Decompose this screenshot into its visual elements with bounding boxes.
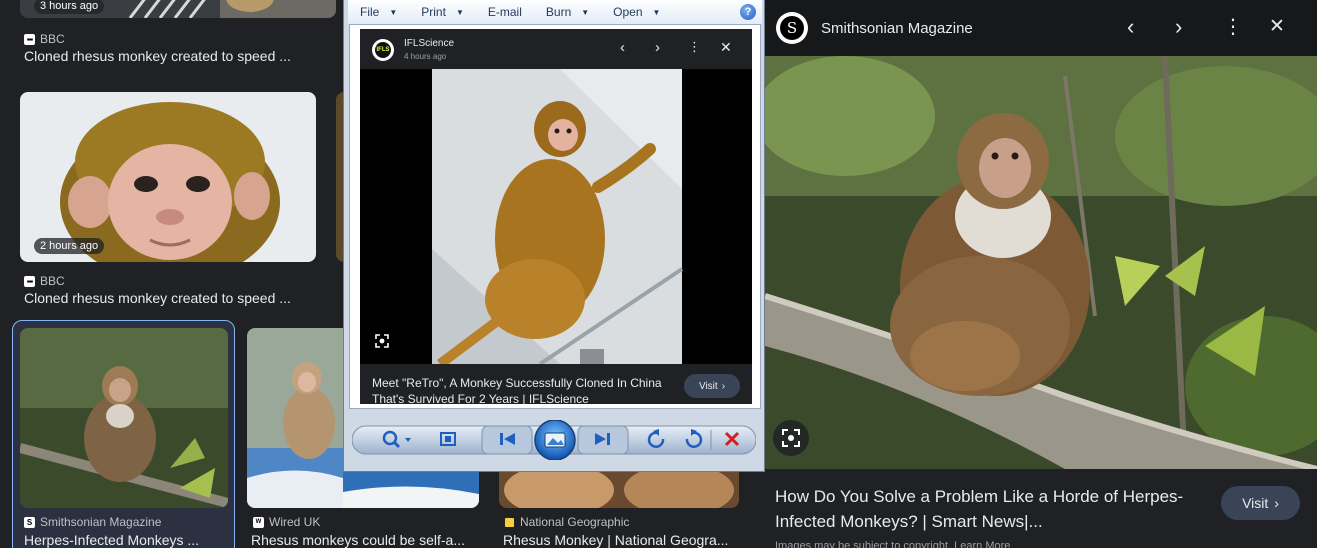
- viewer-menubar: File ▼ Print ▼ E-mail Burn ▼ Open ▼ ?: [348, 0, 762, 24]
- bbc-favicon-icon: ▪▪▪: [24, 33, 35, 45]
- visit-label: Visit: [1242, 495, 1269, 511]
- result-image-5: [499, 472, 739, 508]
- panel-source[interactable]: Smithsonian Magazine: [821, 20, 973, 37]
- viewer-canvas: IFLS IFLScience 4 hours ago ‹ › ⋮ ✕ Meet…: [349, 24, 761, 409]
- chevron-right-icon: ›: [721, 380, 726, 392]
- wired-favicon-icon: W: [253, 516, 264, 528]
- card-time: 4 hours ago: [404, 52, 447, 61]
- smithsonian-favicon-icon: S: [24, 516, 35, 528]
- natgeo-favicon-icon: [504, 516, 515, 528]
- chevron-right-icon[interactable]: ›: [655, 39, 660, 56]
- time-badge: 3 hours ago: [34, 0, 105, 14]
- menu-print[interactable]: Print ▼: [409, 5, 476, 19]
- close-icon[interactable]: ✕: [1269, 16, 1285, 38]
- dropdown-arrow-icon: ▼: [652, 7, 661, 17]
- menu-label: File: [360, 5, 380, 19]
- close-icon[interactable]: ✕: [720, 39, 732, 56]
- result-thumbnail-4[interactable]: [247, 328, 343, 508]
- logo-text: IFLS: [375, 42, 391, 58]
- more-vert-icon[interactable]: ⋮: [1223, 16, 1243, 38]
- result-image-4-lower: [343, 472, 479, 508]
- result-title-2[interactable]: Cloned rhesus monkey created to speed ..…: [24, 290, 324, 306]
- source-label: BBC: [40, 32, 65, 46]
- image-preview-card: IFLS IFLScience 4 hours ago ‹ › ⋮ ✕ Meet…: [360, 29, 752, 404]
- google-lens-button[interactable]: [773, 420, 809, 456]
- smithsonian-logo[interactable]: S: [776, 12, 808, 44]
- result-title-1[interactable]: Cloned rhesus monkey created to speed ..…: [24, 48, 324, 64]
- source-label: National Geographic: [520, 515, 630, 529]
- copyright-notice: Images may be subject to copyright. Lear…: [775, 540, 1011, 548]
- card-header: IFLS IFLScience 4 hours ago ‹ › ⋮ ✕: [360, 29, 752, 69]
- next-icon[interactable]: [577, 425, 629, 455]
- google-lens-icon: [782, 429, 800, 447]
- menu-file[interactable]: File ▼: [348, 5, 409, 19]
- result-image-4: [247, 328, 343, 508]
- result-source-3: S Smithsonian Magazine: [24, 515, 161, 529]
- google-lens-icon[interactable]: [374, 333, 390, 349]
- time-badge: 2 hours ago: [34, 238, 105, 254]
- result-source-2: ▪▪▪ BBC: [24, 274, 65, 288]
- bbc-favicon-icon: ▪▪▪: [24, 275, 35, 287]
- chevron-right-icon[interactable]: ›: [1175, 16, 1182, 38]
- result-source-1: ▪▪▪ BBC: [24, 32, 65, 46]
- iflscience-logo: IFLS: [372, 39, 394, 61]
- dropdown-arrow-icon: ▼: [455, 7, 464, 17]
- visit-label: Visit: [698, 380, 718, 392]
- panel-title[interactable]: How Do You Solve a Problem Like a Horde …: [775, 484, 1195, 534]
- menu-label: Open: [613, 5, 643, 19]
- source-label: Wired UK: [269, 515, 321, 529]
- menu-label: Burn: [545, 5, 572, 19]
- slideshow-icon[interactable]: [534, 420, 576, 460]
- help-icon[interactable]: ?: [740, 4, 756, 20]
- result-thumbnail-5[interactable]: [499, 472, 739, 508]
- result-thumbnail-2[interactable]: [20, 92, 316, 262]
- menu-burn[interactable]: Burn ▼: [534, 5, 601, 19]
- card-title[interactable]: Meet "ReTro", A Monkey Successfully Clon…: [372, 375, 682, 404]
- menu-label: E-mail: [487, 5, 522, 19]
- dropdown-arrow-icon: ▼: [389, 7, 398, 17]
- result-title-3[interactable]: Herpes-Infected Monkeys ...: [24, 532, 229, 548]
- panel-image: [765, 56, 1317, 469]
- previous-icon[interactable]: [481, 425, 533, 455]
- logo-letter: S: [780, 16, 804, 40]
- viewer-toolbar: [352, 420, 756, 460]
- chevron-right-icon: ›: [1274, 495, 1279, 511]
- more-vert-icon[interactable]: ⋮: [688, 39, 701, 55]
- menu-email[interactable]: E-mail: [476, 5, 534, 19]
- dropdown-arrow-icon: ▼: [581, 7, 590, 17]
- panel-header: S Smithsonian Magazine ‹ › ⋮ ✕: [765, 0, 1317, 56]
- chevron-left-icon[interactable]: ‹: [620, 39, 625, 56]
- chevron-left-icon[interactable]: ‹: [1127, 16, 1134, 38]
- card-source: IFLScience: [404, 38, 455, 49]
- card-image: [360, 69, 752, 364]
- source-label: Smithsonian Magazine: [40, 515, 162, 529]
- result-image-3: [20, 328, 228, 508]
- image-detail-panel: S Smithsonian Magazine ‹ › ⋮ ✕ How Do Yo…: [765, 0, 1317, 548]
- menu-open[interactable]: Open ▼: [601, 5, 672, 19]
- result-source-4: W Wired UK: [253, 515, 320, 529]
- photo-viewer-window: File ▼ Print ▼ E-mail Burn ▼ Open ▼ ? IFLS I…: [343, 0, 765, 472]
- visit-button[interactable]: Visit ›: [1221, 486, 1300, 520]
- source-label: BBC: [40, 274, 65, 288]
- result-source-5: National Geographic: [504, 515, 629, 529]
- result-thumbnail-4-lower[interactable]: [343, 472, 479, 508]
- result-image-2: [20, 92, 316, 262]
- screen: 3 hours ago ▪▪▪ BBC Cloned rhesus monkey…: [0, 0, 1317, 548]
- card-visit-button[interactable]: Visit ›: [684, 374, 740, 398]
- result-title-4[interactable]: Rhesus monkeys could be self-a...: [251, 532, 479, 548]
- result-title-5[interactable]: Rhesus Monkey | National Geogra...: [503, 532, 739, 548]
- result-thumbnail-3[interactable]: [20, 328, 228, 508]
- menu-label: Print: [421, 5, 446, 19]
